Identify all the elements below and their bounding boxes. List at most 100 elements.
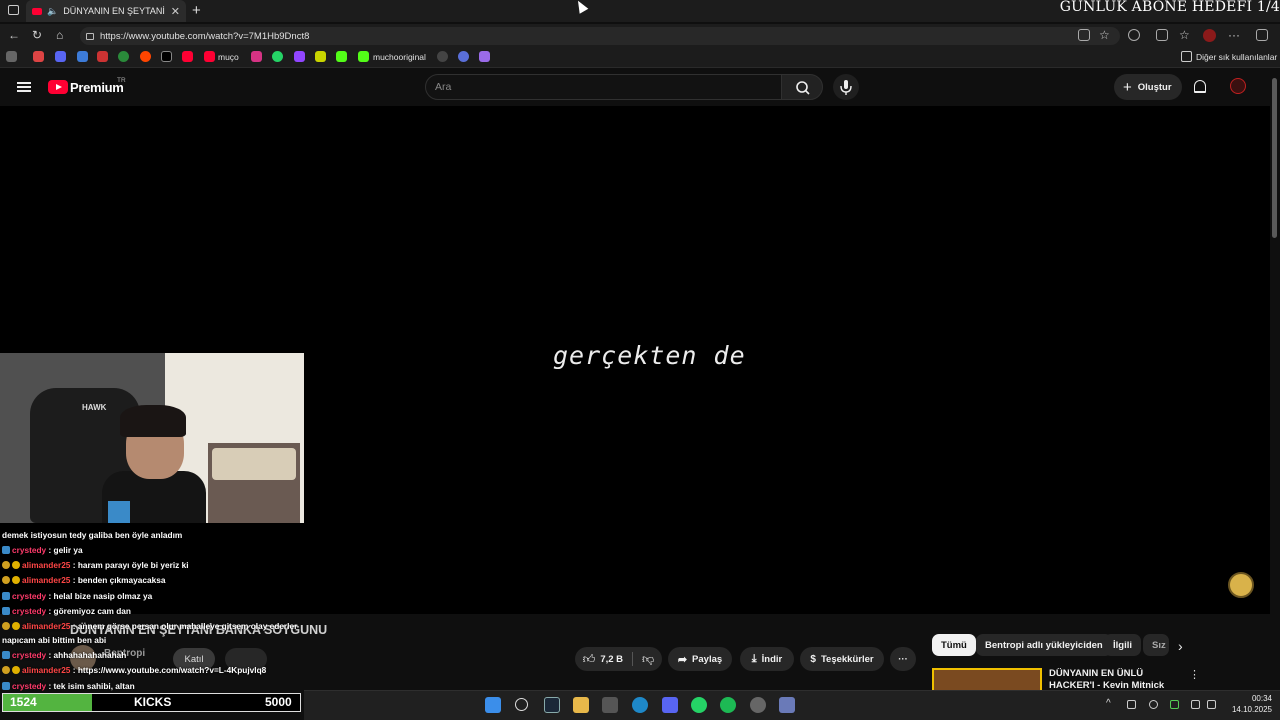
app-icon[interactable] <box>779 697 795 713</box>
refresh-icon[interactable]: ↻ <box>32 28 42 42</box>
sidebar-toggle-icon[interactable] <box>1256 29 1268 41</box>
close-tab-icon[interactable]: ✕ <box>171 5 180 18</box>
extension-refresh-icon[interactable] <box>1128 29 1140 41</box>
other-bookmarks[interactable]: Diğer sık kullanılanlar <box>1196 52 1277 62</box>
steam-icon[interactable] <box>544 697 560 713</box>
bookmark-kick-icon[interactable] <box>336 51 347 62</box>
home-icon[interactable]: ⌂ <box>56 28 63 42</box>
chip-related[interactable]: İlgili <box>1104 634 1141 656</box>
bookmark-x-icon[interactable] <box>161 51 172 62</box>
folder-icon <box>1181 51 1192 62</box>
clock-time: 00:34 <box>1251 694 1272 703</box>
tray-sync-icon[interactable] <box>1127 700 1136 709</box>
download-button[interactable]: ⤓ İndir <box>740 647 794 671</box>
browser-tab-active[interactable]: 🔈 DÜNYANIN EN ŞEYTANİ BANKA ✕ <box>26 0 186 22</box>
bookmark-youtube-icon[interactable] <box>182 51 193 62</box>
bookmark-folder-icon[interactable] <box>77 51 88 62</box>
thanks-label: Teşekkürler <box>820 653 874 665</box>
chip-from-uploader[interactable]: Bentropi adlı yükleyiciden <box>976 634 1112 656</box>
taskbar-search-icon[interactable] <box>515 698 528 711</box>
file-explorer-icon[interactable] <box>573 697 589 713</box>
account-avatar[interactable] <box>1230 78 1246 94</box>
tab-title: DÜNYANIN EN ŞEYTANİ BANKA <box>63 6 166 16</box>
subscriber-goal-overlay: GÜNLÜK ABONE HEDEFİ 1/4 <box>1059 0 1280 15</box>
bookmark-google-icon[interactable] <box>118 51 129 62</box>
search-button[interactable] <box>781 74 823 100</box>
plus-icon: + <box>1123 78 1132 96</box>
bookmark-mail-icon[interactable] <box>33 51 44 62</box>
search-input[interactable]: Ara <box>425 74 782 100</box>
whatsapp-icon[interactable] <box>691 697 707 713</box>
obs-icon[interactable] <box>750 697 766 713</box>
bookmark-muchooriginal[interactable]: muchooriginal <box>373 52 426 62</box>
bookmark-feather-icon[interactable] <box>479 51 490 62</box>
chat-line: alimander25 : annem görse persan olur ma… <box>2 621 297 631</box>
tray-overflow-icon[interactable]: ^ <box>1106 698 1111 709</box>
new-tab-button[interactable]: + <box>192 2 201 19</box>
related-video-thumbnail[interactable] <box>932 668 1042 692</box>
more-actions-button[interactable]: ··· <box>890 647 916 671</box>
bookmark-whatsapp-icon[interactable] <box>272 51 283 62</box>
page-scrollbar[interactable] <box>1272 78 1277 238</box>
volume-icon[interactable] <box>1207 700 1216 709</box>
chip-all[interactable]: Tümü <box>932 634 976 656</box>
gift-badge-icon <box>12 666 20 674</box>
chip-truncated[interactable]: Sız <box>1143 634 1169 656</box>
streamer-webcam: HAWK <box>0 353 304 523</box>
favorite-star-icon[interactable]: ☆ <box>1099 28 1110 42</box>
youtube-logo-icon[interactable] <box>48 80 68 94</box>
store-icon[interactable] <box>602 697 618 713</box>
back-icon[interactable]: ← <box>8 28 20 42</box>
like-dislike-group: 👍︎ 7,2 B 👎︎ <box>575 647 662 671</box>
chat-line: crystedy : helal bize nasip olmaz ya <box>2 591 152 601</box>
menu-hamburger-icon[interactable] <box>17 82 31 92</box>
like-button[interactable]: 👍︎ 7,2 B <box>583 652 623 667</box>
tray-mic-icon[interactable] <box>1170 700 1179 709</box>
related-video-title[interactable]: DÜNYANIN EN ÜNLÜ HACKER'I - Kevin Mitnic… <box>1049 668 1189 692</box>
windows-start-icon[interactable] <box>485 697 501 713</box>
bookmark-gmail-icon[interactable] <box>97 51 108 62</box>
bookmark-muco[interactable]: muço <box>218 52 239 62</box>
bookmark-game-icon[interactable] <box>315 51 326 62</box>
window-menu-icon[interactable] <box>8 5 19 15</box>
create-button[interactable]: + Oluştur <box>1114 74 1182 100</box>
speaker-icon[interactable]: 🔈 <box>47 6 58 17</box>
thumbs-down-icon[interactable]: 👎︎ <box>642 652 654 667</box>
more-menu-icon[interactable]: ··· <box>1228 28 1240 42</box>
share-label: Paylaş <box>692 653 723 665</box>
bookmark-reddit-icon[interactable] <box>140 51 151 62</box>
webcam-hair <box>120 405 186 437</box>
youtube-favicon-icon <box>32 7 42 15</box>
notifications-bell-icon[interactable] <box>1194 80 1206 93</box>
app-install-icon[interactable] <box>1078 29 1090 41</box>
bookmark-instagram-icon[interactable] <box>251 51 262 62</box>
bookmark-link-icon[interactable] <box>458 51 469 62</box>
voice-search-button[interactable] <box>833 74 859 100</box>
bookmark-kick-muchooriginal-icon[interactable] <box>358 51 369 62</box>
bookmark-youtube-muco-icon[interactable] <box>204 51 215 62</box>
tray-app-icon[interactable] <box>1149 700 1158 709</box>
bookmark-twitch-icon[interactable] <box>294 51 305 62</box>
spotify-icon[interactable] <box>720 697 736 713</box>
clock-date: 14.10.2025 <box>1231 705 1272 714</box>
bookmark-openai-icon[interactable] <box>437 51 448 62</box>
system-clock[interactable]: 00:34 14.10.2025 <box>1228 693 1272 715</box>
webcam-pillow <box>212 448 296 480</box>
share-button[interactable]: ➦ Paylaş <box>668 647 732 671</box>
network-icon[interactable] <box>1191 700 1200 709</box>
profile-avatar-icon[interactable] <box>1203 29 1216 42</box>
bookmark-menu-icon[interactable] <box>6 51 17 62</box>
edge-icon[interactable] <box>632 697 648 713</box>
related-video-menu-icon[interactable]: ⋮ <box>1189 668 1200 681</box>
kick-badge-icon <box>2 651 10 659</box>
chevron-right-icon[interactable]: › <box>1178 638 1183 654</box>
discord-icon[interactable] <box>662 697 678 713</box>
extensions-icon[interactable] <box>1156 29 1168 41</box>
kick-badge-icon <box>2 682 10 690</box>
favorites-icon[interactable]: ☆ <box>1179 28 1190 42</box>
chat-line: crystedy : ahhahahahahahah <box>2 650 126 660</box>
youtube-premium-logo-text[interactable]: Premium <box>70 80 124 95</box>
address-bar[interactable]: https://www.youtube.com/watch?v=7M1Hb9Dn… <box>80 27 1120 45</box>
thanks-button[interactable]: $ Teşekkürler <box>800 647 884 671</box>
bookmark-discord-icon[interactable] <box>55 51 66 62</box>
